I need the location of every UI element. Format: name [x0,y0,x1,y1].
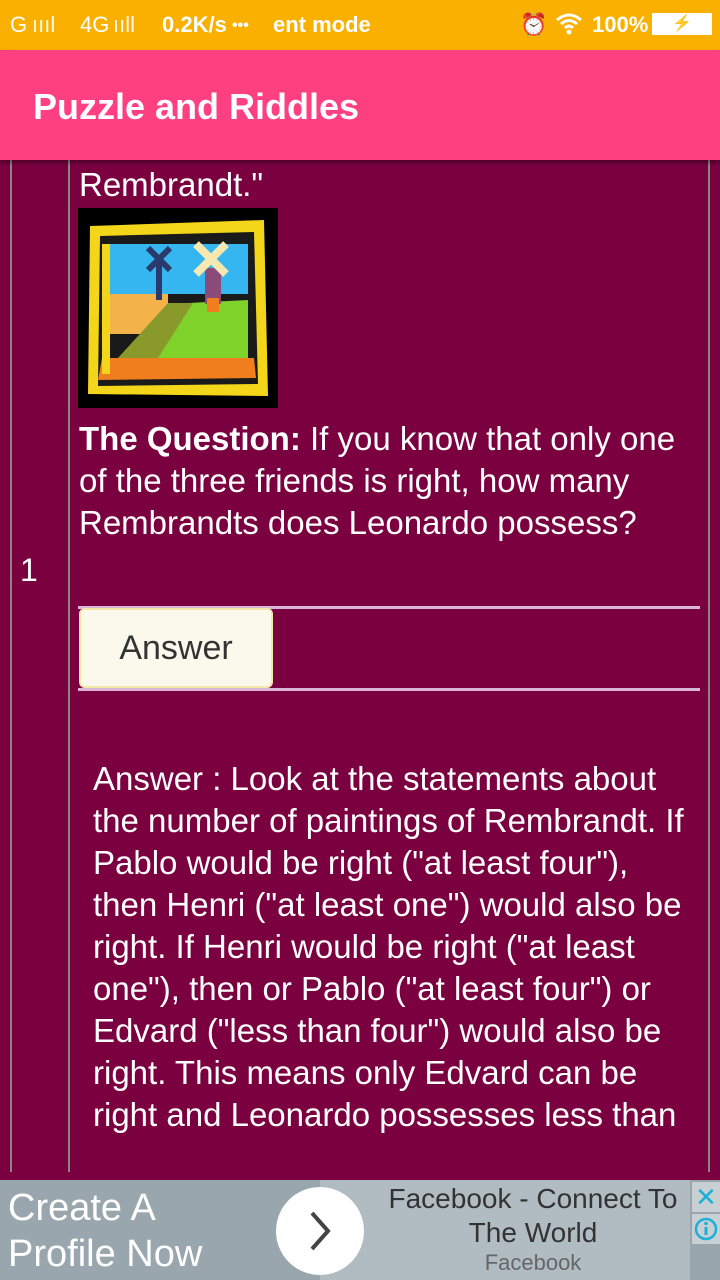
signal-label-2: 4G [80,12,110,37]
ad-title[interactable]: Facebook - Connect To The World [375,1182,691,1250]
ad-advertiser: Facebook [484,1250,582,1275]
divider-bottom [78,688,700,691]
more-dots-icon: ••• [232,17,249,34]
ad-banner[interactable]: Create A Profile Now Facebook - Connect … [0,1180,720,1280]
app-title: Puzzle and Riddles [33,86,360,127]
question-label: The Question: [79,420,301,457]
row-number: 1 [20,552,38,588]
quote-end-text: Rembrandt." [79,166,264,203]
chevron-right-icon [310,1211,331,1251]
signal-label-1: G [10,12,28,37]
ad-open-button[interactable] [276,1187,364,1275]
wifi-icon [555,12,583,42]
ad-info-icon[interactable] [692,1214,720,1244]
answer-button[interactable]: Answer [79,608,273,688]
battery-charging-icon: ⚡ [652,13,712,35]
table-border-column [68,160,70,1172]
table-border-left [10,160,12,1172]
app-bar: Puzzle and Riddles [0,50,720,160]
status-bar: G ıııl 4G ııll 0.2K/s ••• ent mode ⏰ 100… [0,0,720,50]
ad-headline[interactable]: Create A Profile Now [8,1185,258,1277]
signal-bars-icon: ıııl [32,12,56,37]
alarm-icon: ⏰ [520,12,548,37]
signal-bars-icon-2: ııll [113,12,135,37]
notification-text: ent mode [273,12,371,37]
net-speed: 0.2K/s [162,12,227,37]
answer-text: Answer : Look at the statements about th… [93,760,684,1133]
table-border-right [708,160,710,1172]
question-text: The Question: If you know that only one … [79,418,679,544]
painting-image [78,208,278,408]
puzzle-content[interactable]: 1 Rembrandt." The Question: If you know … [0,160,720,1172]
battery-percent: 100% [592,12,649,37]
ad-close-icon[interactable]: ✕ [692,1182,720,1212]
